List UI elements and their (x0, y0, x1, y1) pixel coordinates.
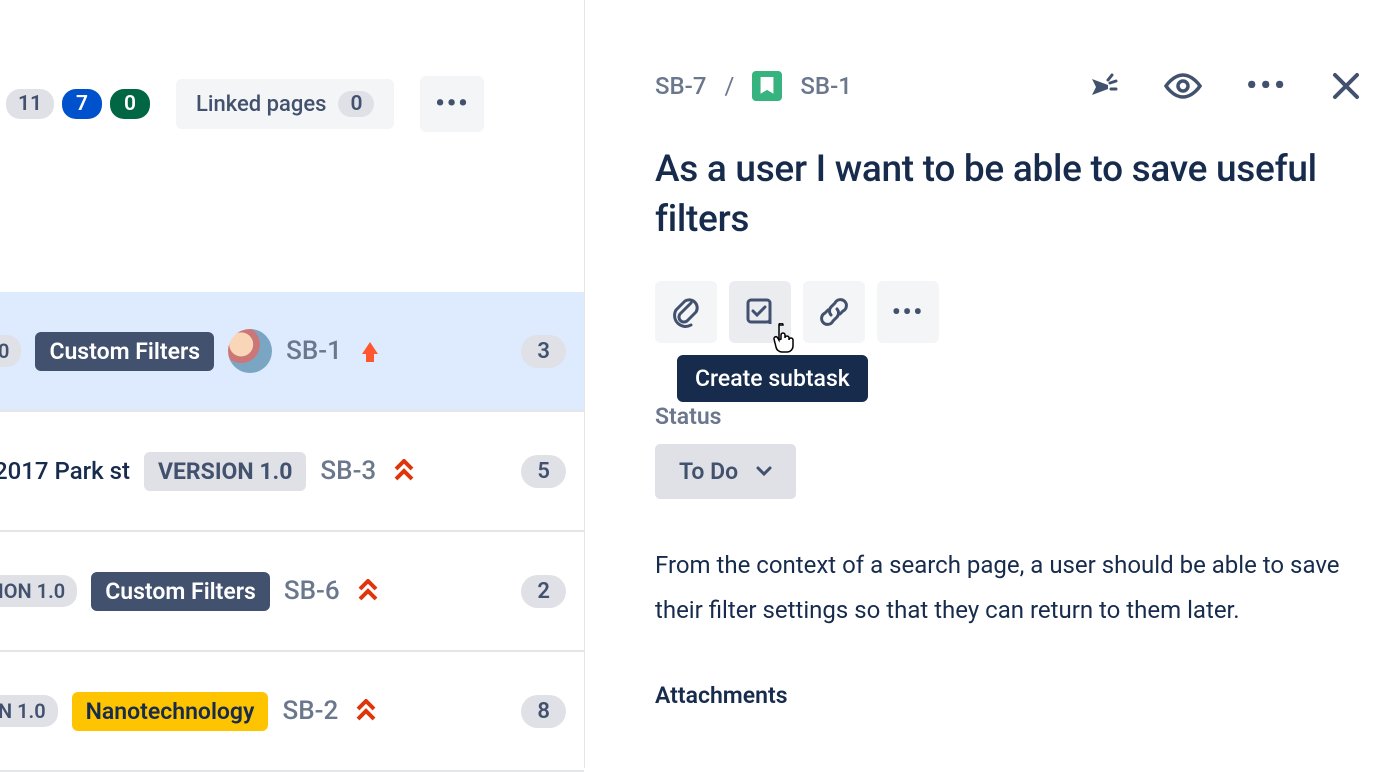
label-tag: Custom Filters (35, 332, 214, 371)
create-subtask-button[interactable] (729, 281, 791, 343)
issue-row[interactable]: ION 1.0 Custom Filters SB-6 2 (0, 532, 584, 652)
more-icon[interactable]: ••• (1246, 68, 1288, 103)
story-points-pill: 5 (521, 455, 566, 488)
attach-button[interactable] (655, 281, 717, 343)
issue-key: SB-2 (282, 696, 338, 726)
chevron-down-icon (756, 466, 772, 476)
status-counters: 11 7 0 (6, 89, 150, 119)
priority-highest-icon (352, 699, 380, 723)
label-tag: Nanotechnology (72, 692, 269, 731)
issue-key: SB-1 (286, 336, 342, 366)
backlog-panel: 11 7 0 Linked pages 0 ••• 0 Custom Filte… (0, 0, 585, 768)
counter-grey[interactable]: 11 (6, 89, 54, 119)
story-icon (752, 71, 782, 101)
more-actions-button[interactable]: ••• (877, 281, 939, 343)
leading-pill: ION 1.0 (0, 575, 77, 607)
status-label: Status (655, 403, 1360, 430)
subtask-icon (744, 296, 776, 328)
label-tag: VERSION 1.0 (144, 452, 306, 491)
breadcrumb: SB-7 / SB-1 ••• (655, 0, 1360, 103)
issue-title[interactable]: As a user I want to be able to save usef… (655, 145, 1360, 245)
link-icon (817, 295, 851, 329)
issue-key: SB-3 (320, 456, 376, 486)
attachments-label: Attachments (655, 682, 1360, 709)
issue-description[interactable]: From the context of a search page, a use… (655, 543, 1360, 634)
breadcrumb-parent[interactable]: SB-7 (655, 72, 706, 100)
more-menu-button[interactable]: ••• (420, 76, 484, 132)
linked-pages-count: 0 (338, 91, 374, 117)
more-icon: ••• (435, 89, 469, 119)
breadcrumb-child[interactable]: SB-1 (800, 72, 851, 100)
priority-medium-icon (356, 340, 384, 362)
issue-key: SB-6 (284, 576, 340, 606)
counter-blue[interactable]: 7 (62, 89, 102, 119)
issue-detail-panel: SB-7 / SB-1 ••• As a user I want to be a… (585, 0, 1400, 768)
tooltip: Create subtask (677, 355, 868, 402)
status-value: To Do (679, 458, 738, 485)
issue-row[interactable]: N 1.0 Nanotechnology SB-2 8 (0, 652, 584, 772)
issue-summary-truncated: 2017 Park st (0, 457, 130, 485)
priority-highest-icon (354, 579, 382, 603)
status-dropdown[interactable]: To Do (655, 444, 796, 499)
story-points-pill: 8 (521, 695, 566, 728)
linked-pages-button[interactable]: Linked pages 0 (176, 79, 394, 129)
counter-green[interactable]: 0 (110, 89, 150, 119)
story-points-pill: 2 (521, 575, 566, 608)
issue-row[interactable]: 2017 Park st VERSION 1.0 SB-3 5 (0, 412, 584, 532)
leading-pill: 0 (0, 335, 21, 367)
story-points-pill: 3 (521, 335, 566, 368)
leading-pill: N 1.0 (0, 695, 58, 727)
paperclip-icon (669, 295, 703, 329)
breadcrumb-separator: / (724, 72, 734, 100)
issue-row[interactable]: 0 Custom Filters SB-1 3 (0, 292, 584, 412)
priority-highest-icon (390, 459, 418, 483)
link-button[interactable] (803, 281, 865, 343)
avatar[interactable] (228, 329, 272, 373)
close-icon[interactable] (1332, 72, 1360, 100)
watch-icon[interactable] (1164, 73, 1202, 99)
label-tag: Custom Filters (91, 572, 270, 611)
more-icon: ••• (892, 298, 924, 326)
feedback-icon[interactable] (1086, 71, 1120, 101)
linked-pages-label: Linked pages (196, 92, 326, 117)
